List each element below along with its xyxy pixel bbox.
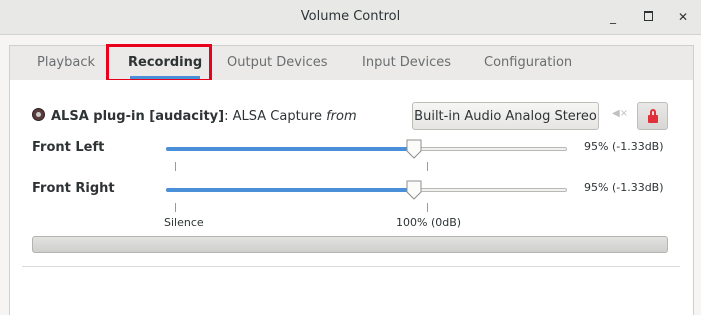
maximize-icon [643, 11, 653, 21]
channel-value-front-right: 95% (-1.33dB) [584, 181, 664, 194]
slider-thumb[interactable] [406, 180, 422, 200]
minimize-button[interactable]: _ [603, 7, 623, 27]
channel-label-front-right: Front Right [32, 181, 115, 196]
maximize-button[interactable] [638, 7, 658, 27]
stream-separator-line [22, 266, 680, 267]
scale-label-normal: 100% (0dB) [396, 216, 462, 229]
scale-label-silence: Silence [164, 216, 204, 229]
tab-playback[interactable]: Playback [31, 46, 101, 80]
channel-value-front-left: 95% (-1.33dB) [584, 140, 664, 153]
channel-label-front-left: Front Left [32, 140, 105, 155]
stream-name: ALSA plug-in [audacity] [51, 109, 225, 124]
slider-fill [166, 147, 414, 151]
slider-front-left[interactable] [166, 139, 567, 159]
peak-level-meter [32, 236, 668, 253]
tick-silence-front-left [175, 162, 176, 171]
tab-input-devices[interactable]: Input Devices [356, 46, 457, 80]
stream-description: ALSA Capture [232, 109, 322, 124]
speaker-muted-icon[interactable]: ◀× [612, 108, 628, 119]
slider-front-right[interactable] [166, 180, 567, 200]
slider-thumb[interactable] [406, 139, 422, 159]
lock-channels-button[interactable] [637, 102, 668, 130]
stream-header: ALSA plug-in [audacity]: ALSA Capture fr… [32, 108, 357, 124]
slider-fill [166, 188, 414, 192]
window-title: Volume Control [300, 9, 401, 24]
device-select-button[interactable]: Built-in Audio Analog Stereo [412, 102, 599, 130]
close-button[interactable]: ✕ [673, 7, 693, 27]
tab-output-devices[interactable]: Output Devices [221, 46, 334, 80]
tab-configuration[interactable]: Configuration [478, 46, 578, 80]
tick-normal-front-left [427, 162, 428, 171]
volume-control-window: Volume Control _ ✕ Playback Recording Ou… [0, 0, 701, 315]
tick-normal-front-right [427, 203, 428, 212]
audacity-icon [32, 108, 45, 121]
tick-silence-front-right [175, 203, 176, 212]
stream-separator: : [224, 109, 229, 124]
title-bar: Volume Control _ ✕ [0, 0, 701, 35]
highlight-box [106, 44, 212, 82]
stream-from-label: from [326, 109, 357, 124]
